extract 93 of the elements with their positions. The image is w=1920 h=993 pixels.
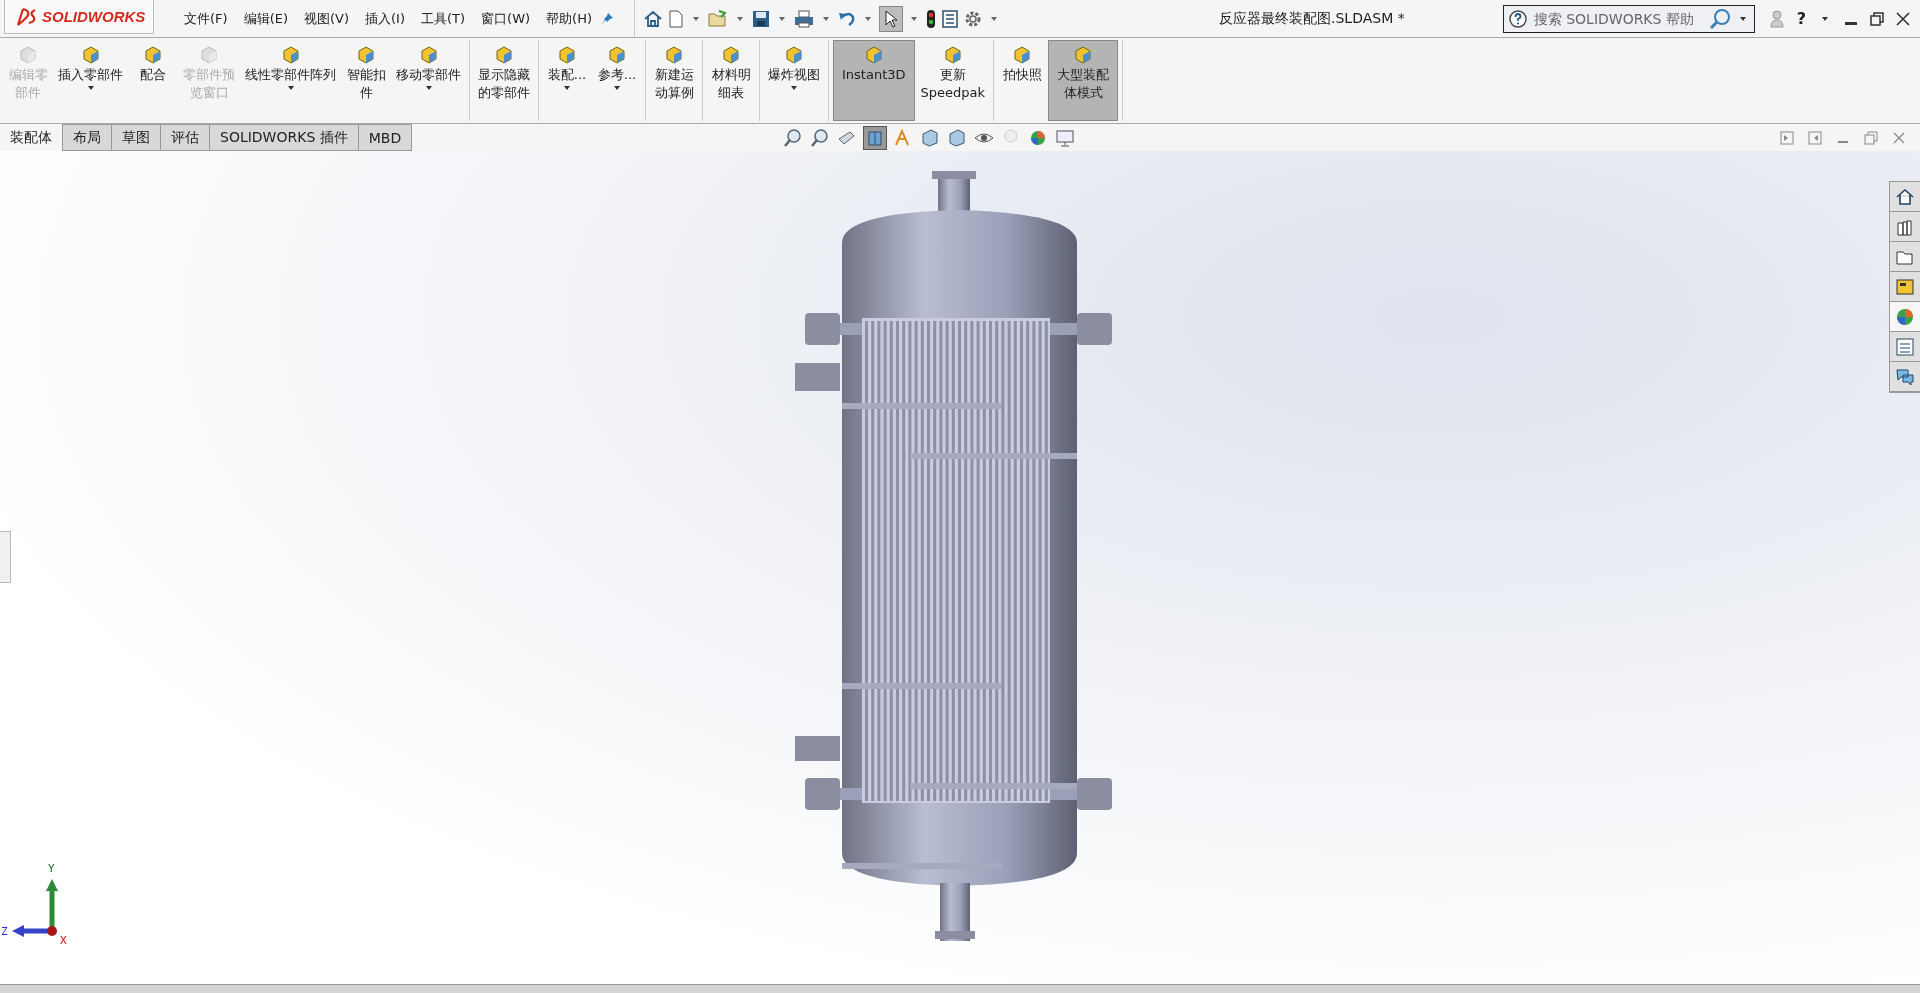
task-pane-tab[interactable] — [1890, 362, 1920, 392]
ribbon-button[interactable]: 配合 — [129, 40, 177, 121]
task-pane-tab[interactable] — [1890, 302, 1920, 332]
ribbon-button[interactable]: 移动零部件 — [392, 40, 465, 121]
caret-icon[interactable] — [1822, 16, 1828, 21]
tab[interactable]: 草图 — [112, 124, 161, 151]
caret-icon[interactable] — [425, 86, 432, 90]
tile-left-icon[interactable] — [1780, 131, 1794, 145]
ribbon-button[interactable]: 线性零部件阵列 — [241, 40, 340, 121]
view-cube-icon[interactable] — [919, 127, 941, 149]
ribbon-button[interactable]: 爆炸视图 — [764, 40, 824, 121]
axis-label: Y — [48, 863, 55, 875]
ribbon-button[interactable]: 显示隐藏 的零部件 — [474, 40, 534, 121]
zoom-area-icon[interactable] — [809, 127, 831, 149]
traffic-light-icon[interactable] — [925, 8, 938, 29]
cube-icon — [663, 44, 685, 64]
task-pane-tab[interactable] — [1890, 212, 1920, 242]
display-style-icon[interactable] — [946, 127, 968, 149]
task-pane-tab[interactable] — [1890, 182, 1920, 212]
search-field[interactable]: 搜索 SOLIDWORKS 帮助 — [1502, 4, 1755, 33]
logo-text: SOLIDWORKS — [42, 8, 146, 25]
menu-item[interactable]: 编辑(E) — [235, 9, 296, 28]
tab[interactable]: SOLIDWORKS 插件 — [210, 124, 359, 151]
options-list-icon[interactable] — [941, 8, 960, 29]
app-logo[interactable]: SOLIDWORKS — [4, 0, 154, 34]
window-title: 反应器最终装配图.SLDASM * — [1218, 9, 1406, 28]
caret-icon[interactable] — [564, 86, 570, 90]
menu-item[interactable]: 插入(I) — [357, 9, 413, 28]
caret-icon[interactable] — [287, 86, 294, 90]
search-icon[interactable] — [1707, 6, 1732, 31]
close-icon[interactable] — [1896, 11, 1910, 26]
tab[interactable]: 评估 — [161, 124, 210, 151]
cube-icon — [556, 44, 578, 64]
zoom-fit-icon[interactable] — [782, 127, 804, 149]
help-button[interactable]: ? — [1796, 9, 1806, 28]
caret-icon[interactable] — [614, 86, 620, 90]
caret-icon[interactable] — [865, 16, 872, 21]
ribbon-button[interactable]: 拍快照 — [998, 40, 1047, 121]
caret-icon[interactable] — [1739, 16, 1746, 21]
ribbon-button[interactable]: 插入零部件 — [54, 40, 127, 121]
menu-item[interactable]: 帮助(H) — [538, 9, 601, 28]
chat-bubbles-icon — [1895, 366, 1915, 387]
ribbon-button[interactable]: 新建运 动算例 — [650, 40, 698, 121]
pin-icon[interactable] — [600, 11, 615, 26]
caret-icon[interactable] — [911, 16, 918, 21]
task-pane-tab[interactable] — [1890, 242, 1920, 272]
ribbon-button[interactable]: 智能扣 件 — [342, 40, 390, 121]
tile-right-icon[interactable] — [1808, 131, 1822, 145]
caret-icon[interactable] — [737, 16, 744, 21]
home-icon[interactable] — [643, 8, 664, 29]
cube-icon — [355, 44, 377, 64]
caret-icon[interactable] — [87, 86, 94, 90]
task-pane-tab[interactable] — [1890, 272, 1920, 302]
tab[interactable]: MBD — [358, 124, 413, 151]
caret-icon[interactable] — [991, 16, 998, 21]
caret-icon[interactable] — [693, 16, 700, 21]
color-sphere-icon — [1895, 306, 1915, 327]
list-icon — [1895, 336, 1915, 357]
pointer-arrow-icon — [883, 8, 900, 29]
cube-icon — [198, 44, 220, 64]
printer-icon[interactable] — [793, 8, 816, 29]
palette-grid-icon — [1895, 276, 1915, 297]
menu-item[interactable]: 文件(F) — [176, 9, 236, 28]
tab[interactable]: 布局 — [63, 124, 112, 151]
user-silhouette-icon[interactable] — [1768, 8, 1785, 29]
ribbon-button[interactable]: 装配... — [543, 40, 591, 121]
search-input[interactable]: 搜索 SOLIDWORKS 帮助 — [1531, 9, 1704, 28]
menu-item[interactable]: 窗口(W) — [473, 9, 539, 28]
caret-icon[interactable] — [791, 86, 797, 90]
ribbon-button[interactable]: 参考... — [593, 40, 641, 121]
menu-item[interactable]: 工具(T) — [413, 9, 474, 28]
caret-icon[interactable] — [779, 16, 786, 21]
cube-icon — [142, 44, 164, 64]
cube-icon — [493, 44, 515, 64]
axis-label: X — [60, 935, 67, 947]
panel-handle[interactable] — [0, 531, 11, 583]
cube-icon — [17, 44, 39, 64]
ribbon-button[interactable]: 大型装配 体模式 — [1048, 40, 1119, 121]
cube-icon — [720, 44, 742, 64]
help-circle-icon[interactable] — [1507, 8, 1528, 29]
axis-label: Z — [1, 926, 8, 938]
open-folder-icon[interactable] — [707, 8, 730, 29]
cube-icon — [783, 44, 805, 64]
house-icon — [1895, 186, 1915, 207]
restore-icon[interactable] — [1870, 11, 1884, 26]
cube-icon — [606, 44, 628, 64]
caret-icon[interactable] — [823, 16, 830, 21]
ribbon-button[interactable]: Instant3D — [833, 40, 915, 121]
section-view-icon[interactable] — [863, 126, 887, 150]
menu-item[interactable]: 视图(V) — [296, 9, 358, 28]
ribbon-button[interactable]: 更新 Speedpak — [916, 40, 990, 121]
select-tool-button[interactable] — [879, 5, 904, 32]
ribbon-button[interactable]: 材料明 细表 — [707, 40, 755, 121]
